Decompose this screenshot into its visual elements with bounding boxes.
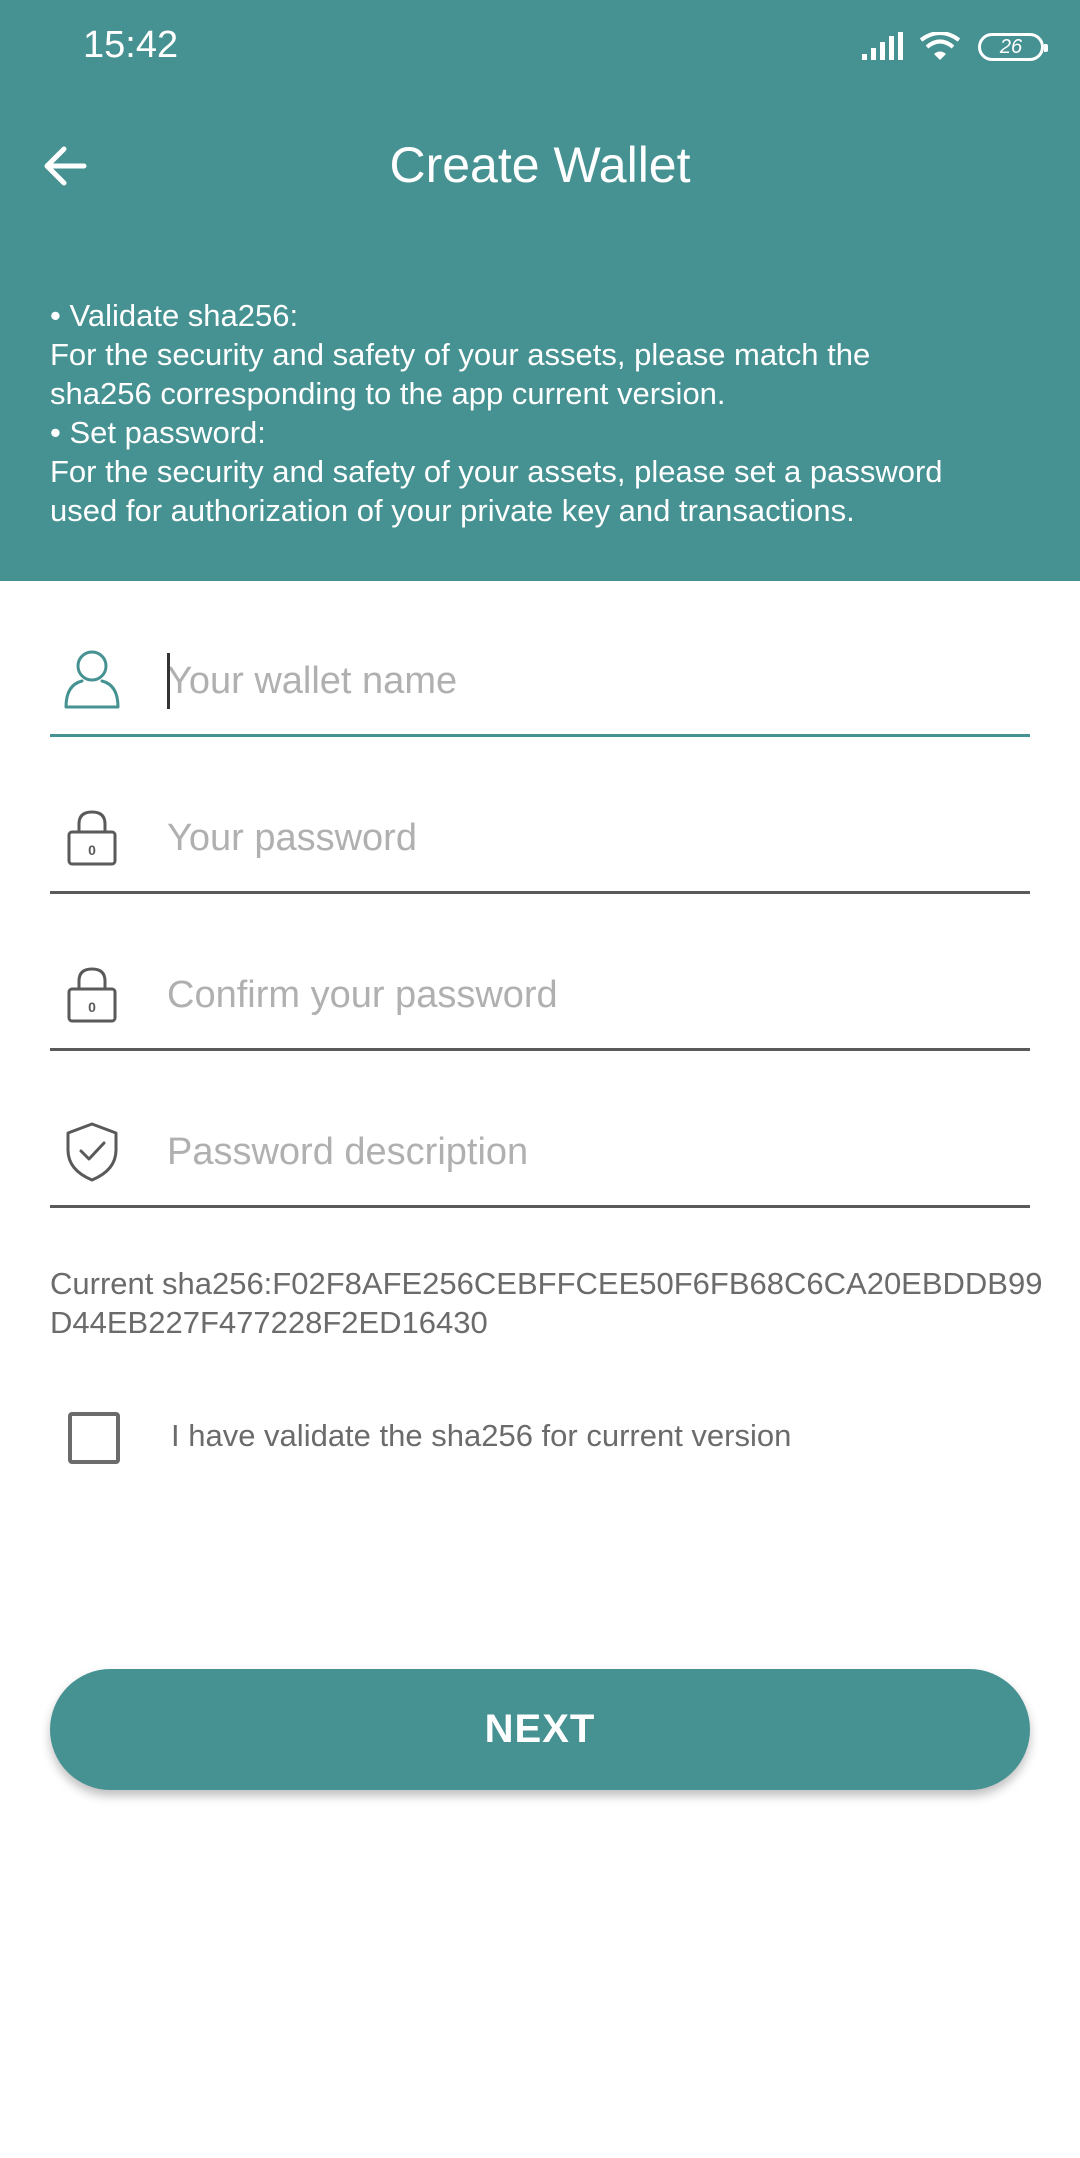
password-input[interactable]: [167, 808, 1007, 868]
validate-checkbox[interactable]: [68, 1412, 120, 1464]
info-line: used for authorization of your private k…: [50, 493, 855, 528]
status-time: 15:42: [83, 24, 179, 66]
user-icon: [64, 650, 120, 709]
wallet-name-field: [50, 633, 1030, 737]
password-description-field: [50, 1104, 1030, 1208]
battery-icon: 26: [978, 33, 1048, 61]
shield-check-icon: [66, 1122, 118, 1182]
text-cursor: [167, 653, 170, 709]
status-icons: 26: [862, 30, 1048, 64]
validate-checkbox-label[interactable]: I have validate the sha256 for current v…: [171, 1418, 791, 1454]
wifi-icon: [920, 32, 960, 60]
info-line: • Validate sha256:: [50, 298, 299, 333]
info-line: sha256 corresponding to the app current …: [50, 376, 726, 411]
info-line: • Set password:: [50, 415, 266, 450]
lock-icon: 0: [67, 810, 117, 866]
info-text: • Validate sha256: For the security and …: [50, 296, 1050, 530]
confirm-password-input[interactable]: [167, 965, 1007, 1025]
signal-icon: [862, 32, 903, 60]
password-description-input[interactable]: [167, 1122, 1007, 1182]
svg-text:0: 0: [88, 999, 96, 1015]
page-title: Create Wallet: [389, 137, 691, 193]
svg-text:0: 0: [88, 842, 96, 858]
header: 15:42 26 Create Wallet • Validate sha256…: [0, 0, 1080, 581]
next-button[interactable]: NEXT: [50, 1669, 1030, 1790]
password-field: 0: [50, 790, 1030, 894]
info-line: For the security and safety of your asse…: [50, 337, 871, 372]
sha256-text: Current sha256:F02F8AFE256CEBFFCEE50F6FB…: [50, 1266, 1043, 1340]
battery-level: 26: [999, 35, 1023, 58]
confirm-password-field: 0: [50, 947, 1030, 1051]
wallet-name-input[interactable]: [167, 651, 1007, 711]
lock-icon: 0: [67, 967, 117, 1023]
info-line: For the security and safety of your asse…: [50, 454, 943, 489]
